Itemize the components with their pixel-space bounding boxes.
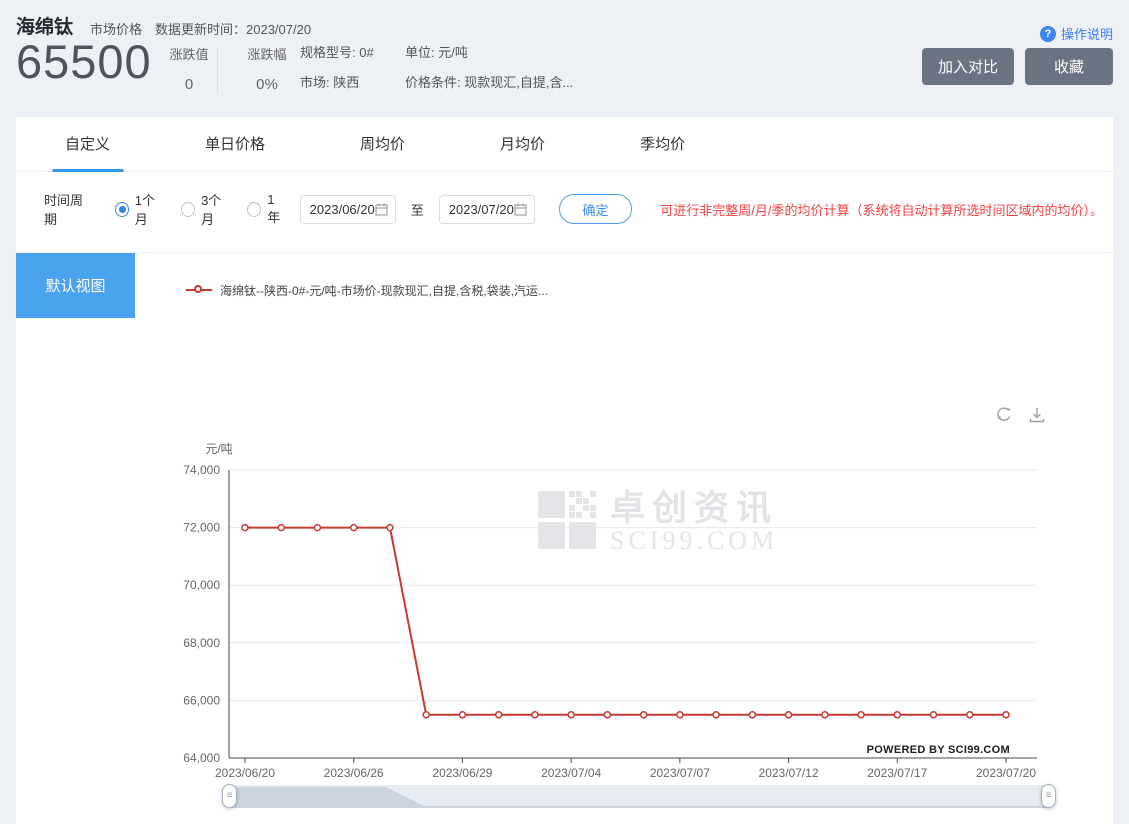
calendar-icon [375,203,388,216]
spec-model: 规格型号: 0# [300,44,374,61]
svg-text:POWERED BY SCI99.COM: POWERED BY SCI99.COM [867,744,1010,756]
svg-text:2023/07/04: 2023/07/04 [541,766,601,780]
to-label: 至 [411,200,424,219]
header: 海绵钛 市场价格 数据更新时间：2023/07/20 ? 操作说明 65500 … [16,0,1113,115]
filter-row: 时间周期 1个月 3个月 1年 2023/06/20 至 2023/07/20 确定… [44,193,1103,225]
tab-4[interactable]: 季均价 [640,117,685,172]
period-label: 时间周期 [44,190,93,228]
svg-text:元/吨: 元/吨 [205,442,232,456]
period-radio-1[interactable]: 3个月 [181,190,231,228]
favorite-button[interactable]: 收藏 [1025,48,1113,85]
chart-toolbar [994,405,1047,425]
data-zoom-slider[interactable]: ≡ ≡ [222,783,1056,811]
tab-2[interactable]: 周均价 [360,117,405,172]
legend-marker-icon [186,289,212,291]
help-label: 操作说明 [1061,24,1113,43]
change-pct-label: 涨跌幅 [236,44,298,63]
update-time-value: 2023/07/20 [246,22,311,37]
price-line-chart[interactable]: 74,00072,00070,00068,00066,00064,0002023… [16,437,1113,787]
market-region: 市场: 陕西 [300,74,374,91]
svg-text:74,000: 74,000 [183,463,220,477]
tab-3[interactable]: 月均价 [500,117,545,172]
data-zoom-handle-left[interactable]: ≡ [222,784,237,808]
svg-text:70,000: 70,000 [183,578,220,592]
update-time: 数据更新时间：2023/07/20 [155,19,311,38]
svg-text:68,000: 68,000 [183,636,220,650]
svg-text:2023/06/26: 2023/06/26 [324,766,384,780]
period-radio-0[interactable]: 1个月 [115,190,165,228]
divider [16,252,1113,253]
change-value-label: 涨跌值 [158,44,220,63]
default-view-tab[interactable]: 默认视图 [16,253,135,318]
svg-text:2023/06/20: 2023/06/20 [215,766,275,780]
tab-0[interactable]: 自定义 [65,117,110,172]
download-icon[interactable] [1027,405,1047,425]
end-date-input[interactable]: 2023/07/20 [439,195,535,224]
period-options: 1个月 3个月 1年 [115,190,286,228]
refresh-icon[interactable] [994,405,1014,425]
svg-text:2023/07/12: 2023/07/12 [759,766,819,780]
current-price: 65500 [16,34,152,89]
svg-text:2023/07/17: 2023/07/17 [867,766,927,780]
update-time-label: 数据更新时间： [155,22,246,37]
tab-1[interactable]: 单日价格 [205,117,265,172]
period-radio-2[interactable]: 1年 [247,192,285,226]
radio-label: 3个月 [201,190,231,228]
radio-icon [247,202,261,217]
unit-column: 单位: 元/吨 价格条件: 现款现汇,自提,含... [405,44,573,104]
svg-text:64,000: 64,000 [183,751,220,765]
svg-text:66,000: 66,000 [183,693,220,707]
change-pct-value: 0% [236,76,298,93]
svg-text:2023/07/07: 2023/07/07 [650,766,710,780]
svg-text:2023/07/20: 2023/07/20 [976,766,1036,780]
radio-icon [181,202,195,217]
end-date-value: 2023/07/20 [449,202,514,217]
change-pct-block: 涨跌幅 0% [236,44,298,93]
svg-text:2023/06/29: 2023/06/29 [432,766,492,780]
start-date-value: 2023/06/20 [310,202,375,217]
main-card: 自定义 单日价格 周均价 月均价 季均价 时间周期 1个月 3个月 1年 2023/06/2… [16,117,1113,824]
question-icon: ? [1040,26,1056,42]
radio-icon [115,202,129,217]
average-note: 可进行非完整周/月/季的均价计算（系统将自动计算所选时间区域内的均价）。 [660,200,1103,219]
calendar-icon [514,203,527,216]
spec-column: 规格型号: 0# 市场: 陕西 [300,44,374,104]
divider [217,48,218,94]
confirm-button[interactable]: 确定 [559,194,632,224]
change-value: 0 [158,76,220,93]
series-legend[interactable]: 海绵钛--陕西-0#-元/吨-市场价-现款现汇,自提,含税,袋装,汽运... [186,275,548,305]
tab-bar: 自定义 单日价格 周均价 月均价 季均价 [16,117,1113,172]
change-value-block: 涨跌值 0 [158,44,220,93]
help-link[interactable]: ? 操作说明 [1040,24,1113,43]
price-unit: 单位: 元/吨 [405,44,573,61]
radio-label: 1年 [267,192,285,226]
start-date-input[interactable]: 2023/06/20 [300,195,396,224]
legend-label: 海绵钛--陕西-0#-元/吨-市场价-现款现汇,自提,含税,袋装,汽运... [220,282,548,299]
data-zoom-track[interactable] [230,785,1048,808]
price-condition: 价格条件: 现款现汇,自提,含... [405,74,573,91]
data-zoom-handle-right[interactable]: ≡ [1041,784,1056,808]
svg-text:72,000: 72,000 [183,521,220,535]
radio-label: 1个月 [135,190,165,228]
add-compare-button[interactable]: 加入对比 [922,48,1014,85]
